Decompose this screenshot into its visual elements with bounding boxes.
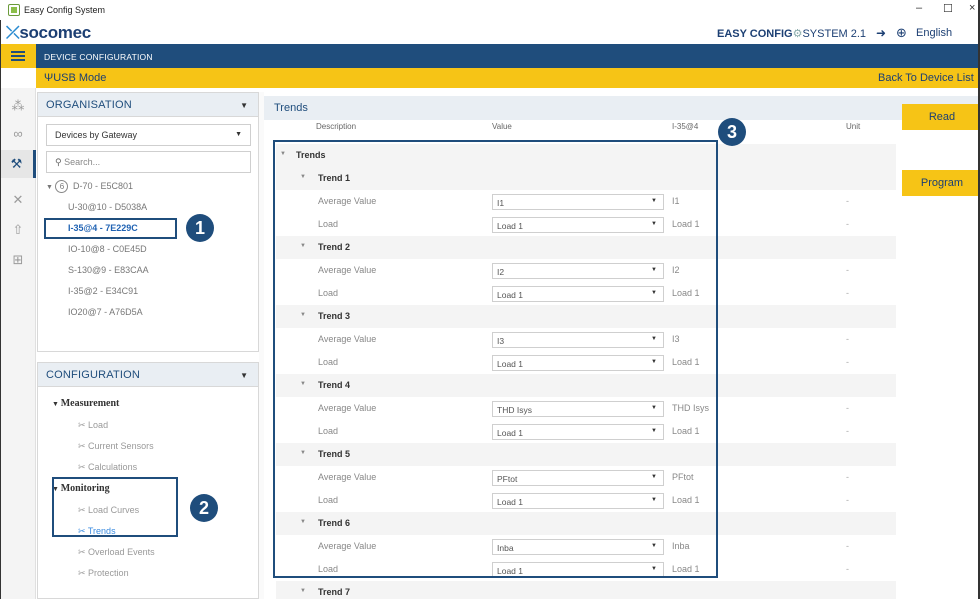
- chevron-down-icon: ▼: [240, 371, 248, 380]
- search-input[interactable]: ⚲ Search...: [46, 151, 251, 173]
- binoculars-icon[interactable]: ∞: [0, 126, 36, 141]
- language-selector[interactable]: English: [916, 27, 952, 39]
- wrench-icon[interactable]: ⚒: [0, 150, 36, 178]
- tree-root[interactable]: ▼ 6 D-70 - E5C801: [46, 180, 133, 193]
- expand-caret-icon: ▼: [46, 184, 53, 191]
- organisation-title: ORGANISATION: [46, 99, 132, 111]
- usb-mode-bar: ΨUSB Mode Back To Device List: [36, 68, 980, 88]
- callout-badge-1: 1: [186, 214, 214, 242]
- device-icon[interactable]: ⊞: [0, 252, 36, 268]
- wrench-icon: ✂: [78, 547, 89, 557]
- unit-value: -: [846, 196, 849, 206]
- organisation-header[interactable]: ORGANISATION ▼: [38, 93, 258, 117]
- cfg-item-current-sensors[interactable]: ✂ Current Sensors: [78, 441, 154, 452]
- cfg-item-protection[interactable]: ✂ Protection: [78, 568, 129, 579]
- wrench-icon: ✂: [78, 568, 89, 578]
- window-title: Easy Config System: [24, 5, 106, 15]
- col-device: I-35@4: [672, 122, 699, 131]
- chevron-down-icon: ▼: [300, 588, 306, 594]
- usb-mode-label: ΨUSB Mode: [44, 72, 107, 84]
- wrench-icon: ✂: [78, 441, 89, 451]
- gateway-select[interactable]: Devices by Gateway ▼: [46, 124, 251, 146]
- unit-value: -: [846, 472, 849, 482]
- search-icon: ⚲: [55, 157, 62, 167]
- unit-value: -: [846, 403, 849, 413]
- unit-value: -: [846, 288, 849, 298]
- wrench-icon: ✂: [78, 420, 89, 430]
- callout-box-3: [273, 140, 718, 578]
- cfg-item-calculations[interactable]: ✂ Calculations: [78, 462, 137, 473]
- col-value: Value: [492, 122, 512, 131]
- tree-device[interactable]: IO-10@8 - C0E45D: [68, 244, 147, 254]
- menu-icon[interactable]: [0, 44, 36, 68]
- back-to-device-list-link[interactable]: Back To Device List: [878, 72, 974, 84]
- tree-device[interactable]: I-35@2 - E34C91: [68, 286, 138, 296]
- maximize-button[interactable]: ☐: [943, 2, 953, 15]
- minimize-button[interactable]: –: [916, 2, 922, 14]
- left-icon-strip: ⁂ ∞ ⚒ ✕ ⇧ ⊞: [0, 88, 36, 599]
- tree-device[interactable]: S-130@9 - E83CAA: [68, 265, 149, 275]
- device-count-badge: 6: [55, 180, 69, 193]
- tree-device[interactable]: IO20@7 - A76D5A: [68, 307, 143, 317]
- callout-badge-2: 2: [190, 494, 218, 522]
- nav-bar: DEVICE CONFIGURATION: [0, 44, 980, 68]
- callout-badge-3: 3: [718, 118, 746, 146]
- unit-value: -: [846, 541, 849, 551]
- logout-icon[interactable]: ➜: [876, 26, 886, 40]
- globe-icon[interactable]: ⊕: [896, 25, 907, 41]
- organisation-icon[interactable]: ⁂: [0, 98, 36, 114]
- usb-icon: Ψ: [44, 72, 54, 84]
- chevron-down-icon: ▼: [240, 101, 248, 110]
- product-name: EASY CONFIG⚙SYSTEM 2.1: [717, 28, 867, 40]
- callout-box-1: [44, 218, 177, 239]
- search-placeholder: Search...: [64, 157, 101, 167]
- chevron-down-icon: ▼: [235, 131, 242, 138]
- main-title: Trends: [274, 102, 308, 114]
- cfg-item-overload-events[interactable]: ✂ Overload Events: [78, 547, 155, 558]
- window-frame-left: [0, 20, 1, 599]
- window-titlebar: Easy Config System – ☐ ×: [0, 0, 980, 20]
- wrench-icon: ✂: [78, 462, 89, 472]
- configuration-title: CONFIGURATION: [46, 369, 141, 381]
- unit-value: -: [846, 334, 849, 344]
- app-icon: [8, 4, 20, 16]
- trend-header-row[interactable]: ▼ Trend 7: [276, 581, 896, 599]
- trend-name: Trend 7: [318, 587, 351, 597]
- unit-value: -: [846, 495, 849, 505]
- configuration-header[interactable]: CONFIGURATION ▼: [38, 363, 258, 387]
- cfg-group-measurement[interactable]: ▼ Measurement: [52, 398, 119, 409]
- close-button[interactable]: ×: [969, 2, 975, 14]
- unit-value: -: [846, 219, 849, 229]
- unit-value: -: [846, 426, 849, 436]
- export-icon[interactable]: ⇧: [0, 222, 36, 238]
- unit-value: -: [846, 564, 849, 574]
- nav-title: DEVICE CONFIGURATION: [44, 52, 153, 62]
- socomec-logo: ⤫socomec: [6, 23, 91, 42]
- cfg-item-load[interactable]: ✂ Load: [78, 420, 108, 431]
- callout-box-2: [52, 477, 178, 537]
- read-button[interactable]: Read: [902, 104, 980, 130]
- unit-value: -: [846, 265, 849, 275]
- tree-device[interactable]: U-30@10 - D5038A: [68, 202, 147, 212]
- col-unit: Unit: [846, 122, 861, 131]
- col-description: Description: [316, 122, 357, 131]
- brand-bar: ⤫socomec EASY CONFIG⚙SYSTEM 2.1 ➜ ⊕ Engl…: [0, 20, 980, 44]
- program-button[interactable]: Program: [902, 170, 980, 196]
- main-header: Trends: [264, 96, 980, 120]
- tools-icon[interactable]: ✕: [0, 192, 36, 208]
- unit-value: -: [846, 357, 849, 367]
